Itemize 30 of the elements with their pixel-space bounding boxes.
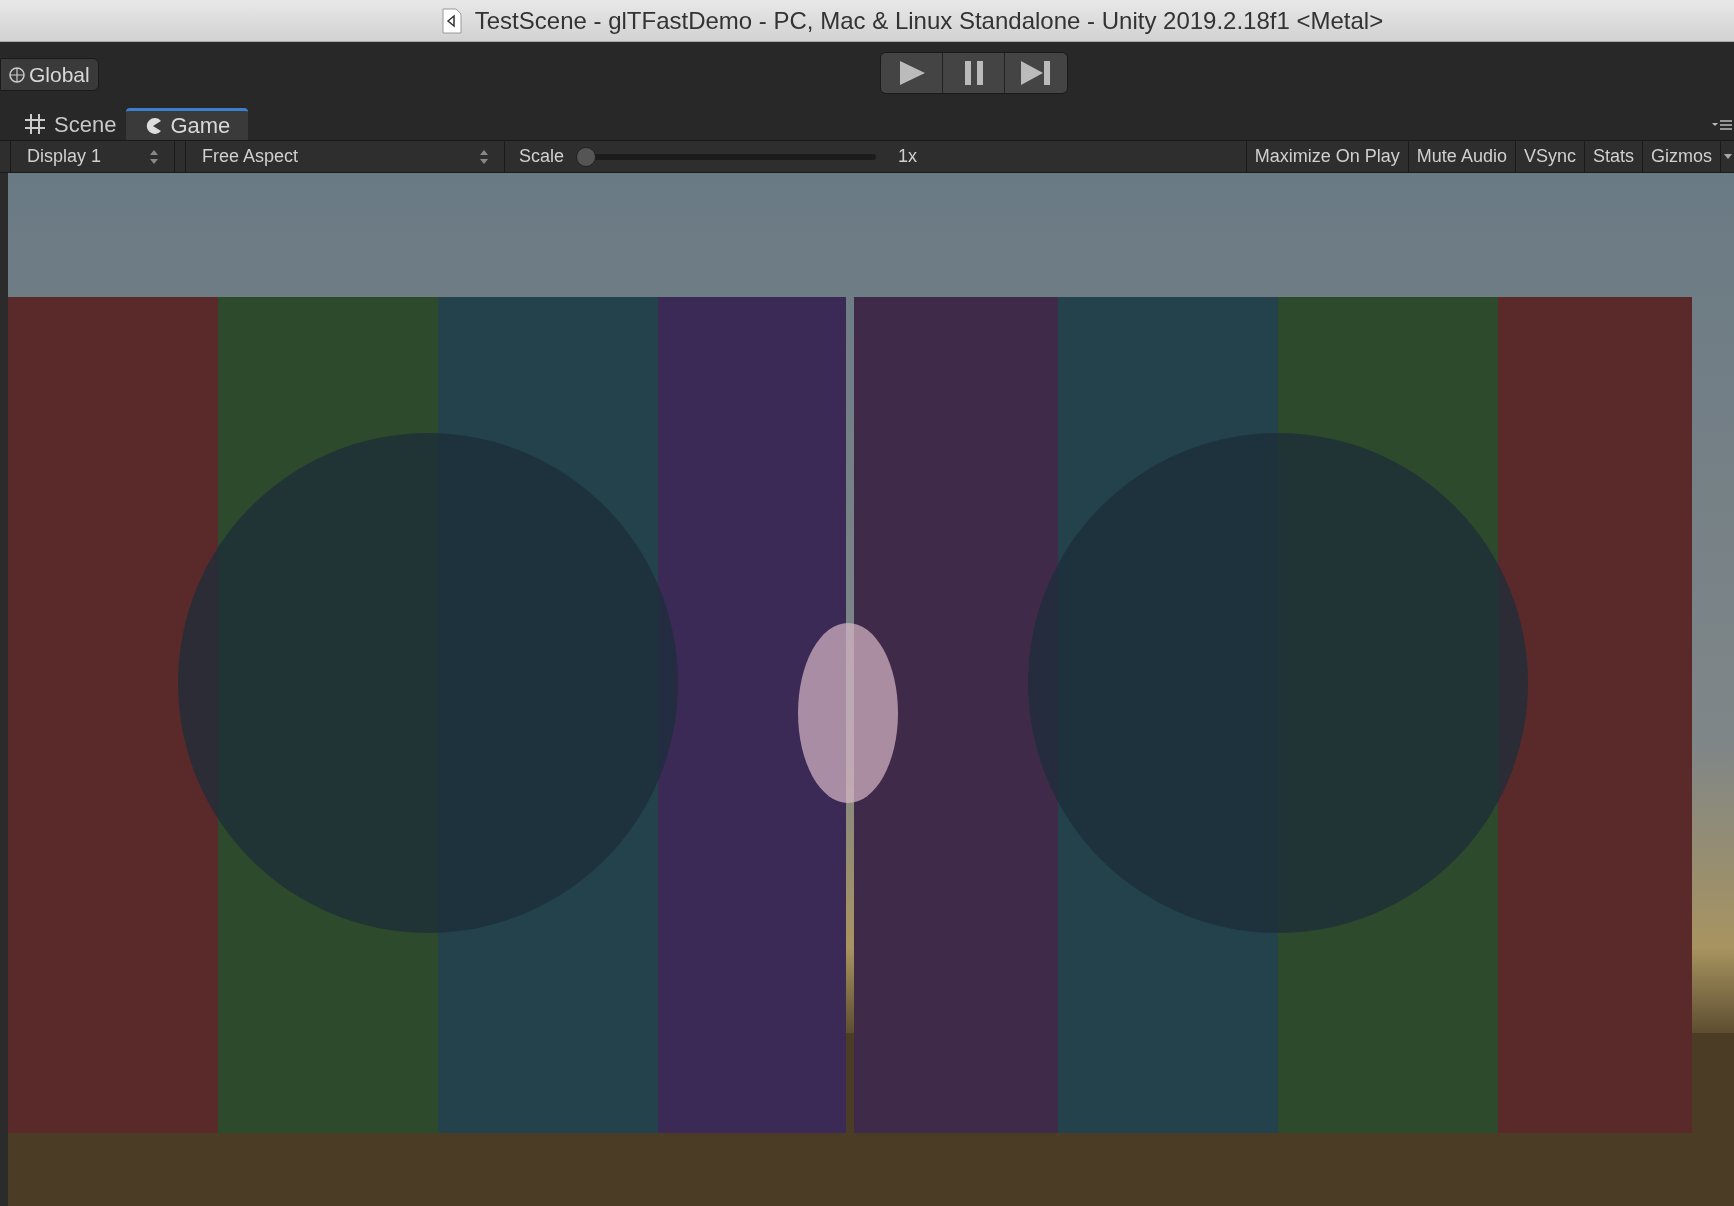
step-icon <box>1020 60 1052 86</box>
play-icon <box>897 60 926 86</box>
caret-icon <box>1723 154 1732 159</box>
toggle-button[interactable]: Mute Audio <box>1407 141 1515 172</box>
aspect-dropdown[interactable]: Free Aspect <box>185 141 505 172</box>
document-icon <box>440 7 463 34</box>
view-tab[interactable]: Game <box>126 108 249 140</box>
globe-icon <box>9 66 25 83</box>
play-button[interactable] <box>881 53 943 93</box>
display-dropdown[interactable]: Display 1 <box>10 141 175 172</box>
toggle-button[interactable]: Gizmos <box>1642 141 1720 172</box>
gizmos-menu-arrow[interactable] <box>1720 141 1734 172</box>
step-button[interactable] <box>1005 53 1067 93</box>
menu-icon[interactable] <box>1712 120 1732 130</box>
pause-button[interactable] <box>943 53 1005 93</box>
pause-icon <box>963 60 984 86</box>
scale-slider[interactable] <box>576 146 877 167</box>
slider-thumb[interactable] <box>576 146 597 167</box>
updown-arrows-icon <box>480 149 488 164</box>
toggle-button[interactable]: VSync <box>1514 141 1584 172</box>
scale-label: Scale <box>519 145 565 168</box>
layers-button[interactable]: Global <box>0 58 99 91</box>
updown-arrows-icon <box>150 149 158 164</box>
toggle-button[interactable]: Stats <box>1583 141 1642 172</box>
scale-reading: 1x <box>898 145 918 168</box>
toggle-button[interactable]: Maximize On Play <box>1245 141 1408 172</box>
view-tab[interactable]: Scene <box>20 108 121 140</box>
pacman-icon <box>144 116 163 135</box>
window-title: TestScene - glTFastDemo - PC, Mac & Linux Standalone - Unity 2019.2.18f1 <Metal> <box>474 5 1384 36</box>
grid-icon <box>24 113 46 135</box>
